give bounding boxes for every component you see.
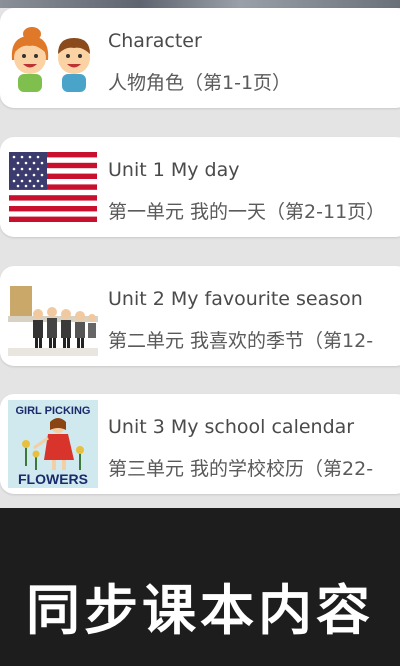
svg-text:GIRL PICKING: GIRL PICKING [16, 405, 91, 417]
svg-text:FLOWERS: FLOWERS [18, 471, 88, 487]
lesson-subtitle: 第一单元 我的一天（第2-11页） [108, 201, 386, 223]
promo-banner: 同步课本内容 [0, 508, 400, 666]
lesson-card-character[interactable]: Character 人物角色（第1-1页） [0, 8, 400, 108]
children-faces-icon [8, 16, 98, 100]
lesson-title: Unit 2 My favourite season [108, 288, 363, 310]
lesson-subtitle: 第二单元 我喜欢的季节（第12- [108, 330, 374, 352]
us-flag-icon [8, 145, 98, 229]
lesson-subtitle: 人物角色（第1-1页） [108, 72, 292, 94]
people-queue-icon [8, 274, 98, 358]
lesson-title: Unit 3 My school calendar [108, 416, 355, 438]
lesson-card-unit-1[interactable]: Unit 1 My day 第一单元 我的一天（第2-11页） [0, 137, 400, 237]
lesson-card-unit-3[interactable]: GIRL PICKING FLOWERS Unit 3 My school ca… [0, 394, 400, 494]
lesson-card-unit-2[interactable]: Unit 2 My favourite season 第二单元 我喜欢的季节（第… [0, 266, 400, 366]
lesson-title: Unit 1 My day [108, 159, 240, 181]
banner-heading: 同步课本内容 [26, 579, 374, 642]
lesson-subtitle: 第三单元 我的学校校历（第22- [108, 458, 374, 480]
lesson-title: Character [108, 30, 202, 52]
girl-picking-flowers-icon: GIRL PICKING FLOWERS [8, 400, 98, 488]
top-image-strip [0, 0, 400, 8]
